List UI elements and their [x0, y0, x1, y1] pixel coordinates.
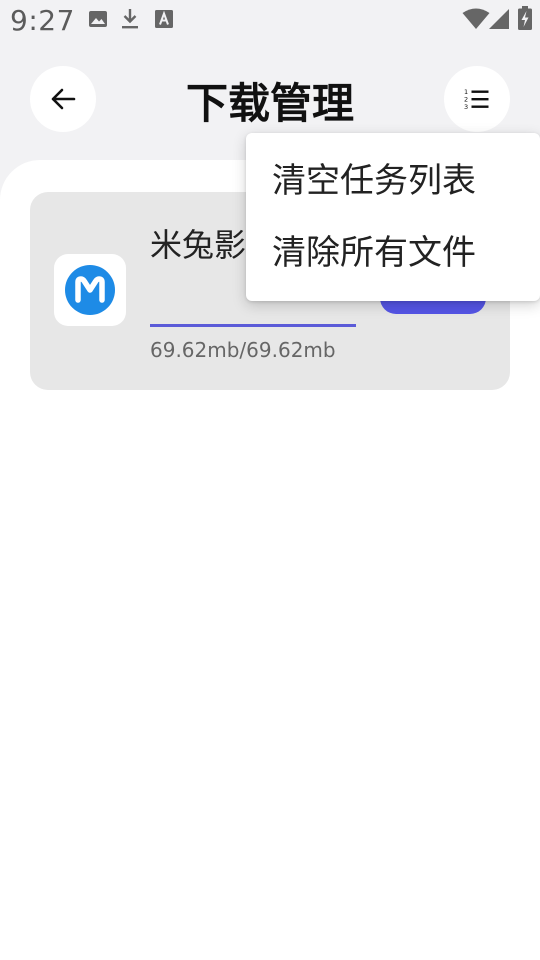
wifi-icon	[462, 8, 490, 34]
mitu-app-icon	[54, 254, 126, 326]
svg-text:3: 3	[464, 103, 468, 110]
screen: 9:27 下载管理 1 2 3 69.62mb/69.62mb 清空任务列表 清…	[0, 0, 540, 960]
download-icon	[120, 8, 140, 34]
download-progress-bar	[150, 324, 356, 327]
more-menu-button[interactable]: 1 2 3	[444, 66, 510, 132]
status-time: 9:27	[10, 4, 75, 37]
menu-item-delete-all-files[interactable]: 清除所有文件	[272, 223, 532, 283]
signal-icon	[488, 8, 510, 34]
menu-item-clear-task-list[interactable]: 清空任务列表	[272, 151, 532, 211]
battery-charging-icon	[518, 6, 532, 34]
numbered-list-icon: 1 2 3	[464, 88, 489, 110]
image-icon	[88, 9, 108, 33]
font-icon	[154, 9, 174, 33]
overflow-menu: 清空任务列表 清除所有文件	[246, 133, 540, 301]
file-size: 69.62mb/69.62mb	[150, 338, 336, 362]
status-bar: 9:27	[0, 0, 540, 44]
